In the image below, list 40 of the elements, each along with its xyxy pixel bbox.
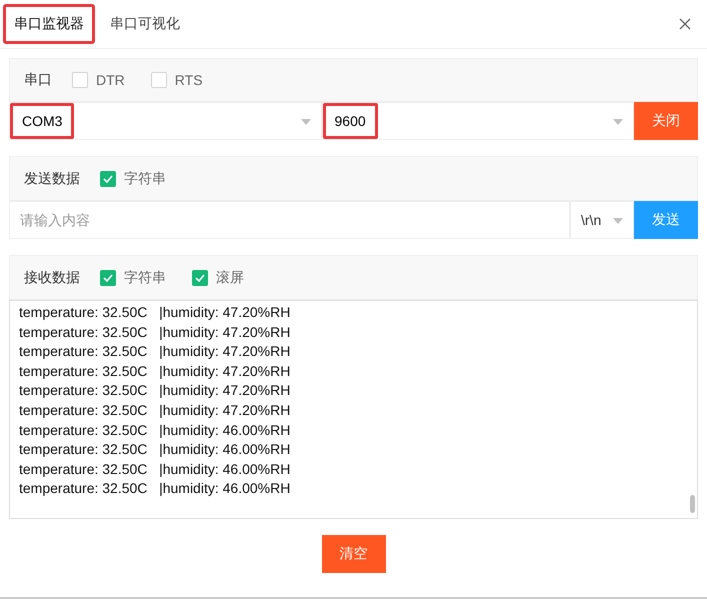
select-value: 9600 — [322, 103, 378, 139]
check-icon — [103, 274, 113, 282]
checkbox-label: 字符串 — [124, 170, 166, 188]
log-line: temperature: 32.50C |humidity: 46.00%RH — [19, 440, 292, 460]
port-select[interactable]: COM3 — [9, 102, 322, 140]
scrollbar-thumb[interactable] — [690, 495, 695, 513]
log-line: temperature: 32.50C |humidity: 46.00%RH — [19, 420, 292, 440]
tab[interactable]: 串口可视化 — [95, 0, 195, 48]
send-input-field[interactable]: 请输入内容 — [9, 201, 570, 239]
caret-icon — [300, 119, 310, 125]
checkbox[interactable] — [72, 72, 88, 88]
select-value: COM3 — [10, 103, 74, 139]
baud-select[interactable]: 9600 — [322, 102, 634, 140]
line-ending-select[interactable]: \r\n — [570, 201, 634, 239]
section-title: 串口 — [24, 71, 52, 89]
log-line: temperature: 32.50C |humidity: 47.20%RH — [19, 400, 292, 420]
log-line: temperature: 32.50C |humidity: 47.20%RH — [19, 342, 292, 362]
log-line: temperature: 32.50C |humidity: 47.20%RH — [19, 381, 292, 400]
caret-icon — [613, 119, 623, 125]
caret-icon — [613, 218, 623, 224]
select-value: \r\n — [580, 212, 602, 228]
log-line: temperature: 32.50C |humidity: 46.00%RH — [19, 479, 292, 498]
log-line: temperature: 32.50C |humidity: 46.00%RH — [19, 460, 292, 479]
checkbox-label: RTS — [174, 72, 203, 88]
checkbox-label: DTR — [96, 72, 125, 88]
checkbox[interactable] — [100, 170, 116, 186]
checkbox-label: 字符串 — [124, 268, 166, 286]
close-icon[interactable] — [679, 18, 691, 30]
section-title: 接收数据 — [24, 268, 80, 286]
check-icon — [103, 174, 113, 182]
section-title: 发送数据 — [24, 170, 80, 188]
checkbox[interactable] — [192, 270, 208, 286]
checkbox[interactable] — [100, 270, 116, 286]
tab[interactable]: 串口监视器 — [3, 4, 95, 44]
log-line: temperature: 32.50C |humidity: 47.20%RH — [19, 362, 292, 381]
log-line: temperature: 32.50C |humidity: 47.20%RH — [19, 303, 292, 322]
checkbox-label: 滚屏 — [216, 268, 244, 286]
check-icon — [195, 274, 205, 282]
log-line: temperature: 32.50C |humidity: 47.20%RH — [19, 322, 292, 342]
checkbox[interactable] — [150, 72, 167, 88]
